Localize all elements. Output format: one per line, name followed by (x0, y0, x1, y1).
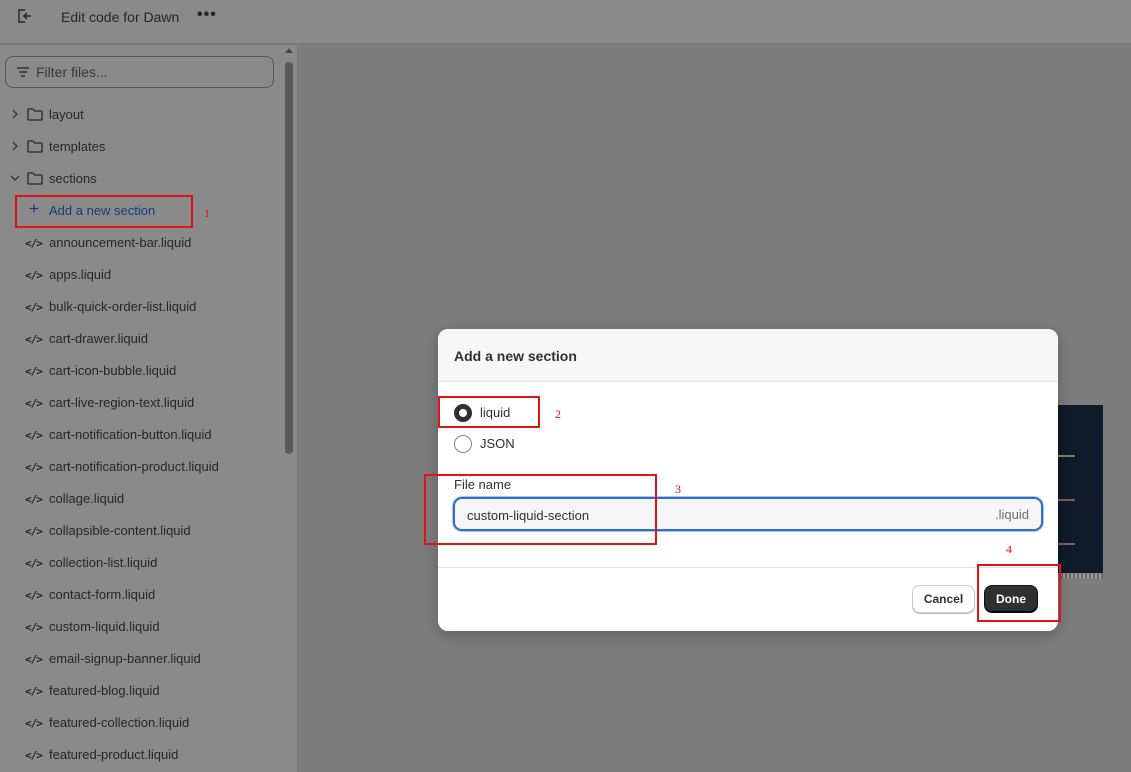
preview-edge (1057, 573, 1103, 579)
filter-field[interactable] (5, 56, 274, 88)
page-title: Edit code for Dawn (61, 9, 180, 25)
editor-preview-strip (1057, 405, 1103, 577)
folder-layout[interactable]: layout (0, 99, 284, 131)
file-item[interactable]: </> cart-drawer.liquid (0, 323, 284, 355)
code-icon: </> (25, 365, 43, 378)
annotation-box-2 (438, 396, 540, 428)
file-item[interactable]: </> bulk-quick-order-list.liquid (0, 291, 284, 323)
radio-json[interactable]: JSON (454, 433, 564, 455)
more-actions-button[interactable]: ••• (197, 6, 217, 24)
folder-sections[interactable]: sections (0, 163, 284, 195)
file-item[interactable]: </> contact-form.liquid (0, 579, 284, 611)
code-icon: </> (25, 717, 43, 730)
file-item[interactable]: </> cart-notification-button.liquid (0, 419, 284, 451)
file-item[interactable]: </> featured-product.liquid (0, 739, 284, 771)
file-label: cart-live-region-text.liquid (49, 395, 195, 410)
sidebar-scrollbar[interactable] (285, 62, 293, 454)
folder-icon (27, 108, 43, 121)
file-item[interactable]: </> featured-collection.liquid (0, 707, 284, 739)
preview-line (1057, 499, 1075, 501)
annotation-box-3 (424, 474, 657, 545)
code-icon: </> (25, 461, 43, 474)
code-icon: </> (25, 301, 43, 314)
file-label: featured-product.liquid (49, 747, 179, 762)
dialog-footer: Cancel Done (438, 567, 1058, 631)
folder-label: layout (49, 107, 84, 122)
file-label: cart-drawer.liquid (49, 331, 148, 346)
file-item[interactable]: </> custom-liquid.liquid (0, 611, 284, 643)
annotation-number-3: 3 (675, 482, 681, 496)
file-label: cart-icon-bubble.liquid (49, 363, 177, 378)
code-icon: </> (25, 749, 43, 762)
file-label: email-signup-banner.liquid (49, 651, 201, 666)
file-item[interactable]: </> featured-blog.liquid (0, 675, 284, 707)
file-label: bulk-quick-order-list.liquid (49, 299, 197, 314)
code-icon: </> (25, 525, 43, 538)
file-item[interactable]: </> collage.liquid (0, 483, 284, 515)
annotation-number-1: 1 (204, 206, 210, 220)
preview-line (1057, 455, 1075, 457)
file-label: apps.liquid (49, 267, 112, 282)
folder-templates[interactable]: templates (0, 131, 284, 163)
filter-icon (17, 67, 29, 77)
preview-line (1057, 543, 1075, 545)
code-icon: </> (25, 237, 43, 250)
code-icon: </> (25, 429, 43, 442)
dialog-header: Add a new section (438, 329, 1058, 382)
scroll-up-arrow[interactable] (285, 48, 293, 53)
chevron-right-icon (12, 109, 18, 119)
code-icon: </> (25, 333, 43, 346)
file-label: collage.liquid (49, 491, 125, 506)
top-bar: Edit code for Dawn ••• (0, 0, 1131, 44)
file-label: featured-collection.liquid (49, 715, 190, 730)
file-item[interactable]: </> collection-list.liquid (0, 547, 284, 579)
file-item[interactable]: </> apps.liquid (0, 259, 284, 291)
file-item[interactable]: </> collapsible-content.liquid (0, 515, 284, 547)
file-item[interactable]: </> email-signup-banner.liquid (0, 643, 284, 675)
dialog-title: Add a new section (454, 348, 577, 364)
file-item[interactable]: </> cart-live-region-text.liquid (0, 387, 284, 419)
folder-icon (27, 172, 43, 185)
radio-label: JSON (480, 436, 515, 451)
chevron-down-icon (10, 175, 20, 181)
file-label: contact-form.liquid (49, 587, 156, 602)
folder-icon (27, 140, 43, 153)
file-label: announcement-bar.liquid (49, 235, 192, 250)
file-sidebar: layout templates sections + Add a new se… (0, 45, 298, 772)
file-item[interactable]: </> cart-notification-product.liquid (0, 451, 284, 483)
chevron-right-icon (12, 141, 18, 151)
code-icon: </> (25, 685, 43, 698)
cancel-button[interactable]: Cancel (912, 585, 975, 613)
code-icon: </> (25, 589, 43, 602)
filter-input[interactable] (36, 62, 256, 82)
file-suffix: .liquid (995, 507, 1029, 522)
exit-icon[interactable] (16, 7, 34, 25)
file-label: cart-notification-button.liquid (49, 427, 212, 442)
annotation-box-1 (15, 195, 193, 228)
radio-unselected-icon[interactable] (454, 435, 472, 453)
file-item[interactable]: </> cart-icon-bubble.liquid (0, 355, 284, 387)
file-label: custom-liquid.liquid (49, 619, 160, 634)
code-icon: </> (25, 557, 43, 570)
folder-label: templates (49, 139, 106, 154)
file-label: collection-list.liquid (49, 555, 158, 570)
annotation-number-4: 4 (1006, 542, 1012, 556)
code-icon: </> (25, 493, 43, 506)
code-icon: </> (25, 269, 43, 282)
annotation-number-2: 2 (555, 407, 561, 421)
code-icon: </> (25, 397, 43, 410)
folder-label: sections (49, 171, 97, 186)
file-label: featured-blog.liquid (49, 683, 160, 698)
annotation-box-4 (977, 564, 1061, 622)
file-item[interactable]: </> announcement-bar.liquid (0, 227, 284, 259)
code-icon: </> (25, 653, 43, 666)
code-icon: </> (25, 621, 43, 634)
file-label: collapsible-content.liquid (49, 523, 191, 538)
file-label: cart-notification-product.liquid (49, 459, 219, 474)
